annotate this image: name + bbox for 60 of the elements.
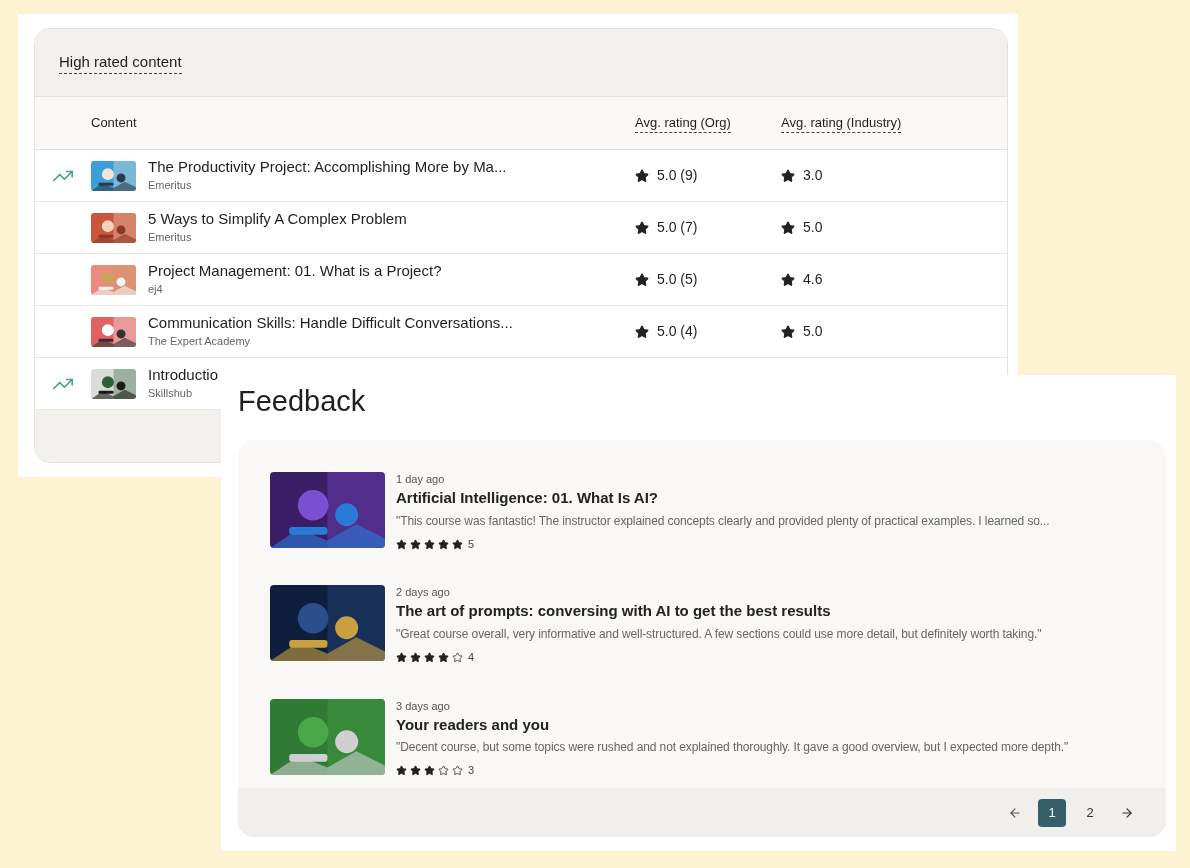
course-title[interactable]: Your readers and you	[396, 715, 1069, 735]
star-icon	[424, 538, 435, 550]
star-icon	[452, 538, 463, 550]
course-title[interactable]: Artificial Intelligence: 01. What Is AI?	[396, 489, 1050, 508]
page-button[interactable]: 1	[1038, 798, 1066, 827]
provider-name: Skillshub	[148, 387, 194, 401]
star-icon	[396, 651, 407, 663]
star-icon	[438, 765, 449, 776]
feedback-time: 1 day ago	[396, 474, 446, 485]
star-icon	[452, 765, 463, 776]
star-icon	[781, 220, 795, 235]
star-icon	[410, 765, 421, 776]
star-icon	[635, 272, 649, 287]
star-icon	[424, 651, 435, 663]
content-title[interactable]: The Productivity Project: Accomplishing More by Ma...	[148, 158, 507, 177]
rating-value: 3	[468, 763, 475, 779]
star-icon	[781, 272, 795, 287]
section-title: Feedback	[238, 387, 367, 416]
industry-rating: 3.0	[803, 166, 823, 185]
star-icon	[438, 651, 449, 663]
content-title[interactable]: 5 Ways to Simplify A Complex Problem	[148, 210, 407, 229]
star-icon	[396, 538, 407, 550]
content-title[interactable]: Project Management: 01. What is a Project?	[148, 262, 442, 281]
star-icon	[410, 538, 421, 550]
feedback-comment: "Great course overall, very informative and well-structured. A few sections could use more detail, but definitely worth taking."	[396, 626, 1042, 643]
org-rating: 5.0 (4)	[657, 322, 698, 341]
column-header: Content	[91, 114, 137, 133]
industry-rating: 5.0	[803, 218, 823, 237]
org-rating: 5.0 (5)	[657, 270, 698, 289]
provider-name: ej4	[148, 283, 164, 297]
card-title: High rated content	[59, 50, 182, 75]
column-header: Avg. rating (Org)	[635, 112, 731, 134]
feedback-comment: "This course was fantastic! The instructor explained concepts clearly and provided plenty of practical examples. I learned so...	[396, 512, 1050, 530]
content-title[interactable]: Communication Skills: Handle Difficult Conversations...	[148, 314, 513, 333]
rating-value: 5	[468, 536, 475, 552]
star-icon	[396, 765, 407, 776]
provider-name: The Expert Academy	[148, 335, 252, 349]
rating-value: 4	[468, 650, 475, 665]
provider-name: Emeritus	[148, 179, 193, 193]
course-title[interactable]: The art of prompts: conversing with AI to get the best results	[396, 602, 1042, 621]
org-rating: 5.0 (7)	[657, 218, 698, 237]
star-icon	[635, 168, 649, 183]
star-icon	[452, 651, 463, 663]
star-icon	[438, 538, 449, 550]
star-icon	[781, 168, 795, 183]
star-icon	[781, 324, 795, 339]
star-icon	[635, 220, 649, 235]
feedback-comment: "Decent course, but some topics were rushed and not explained thoroughly. It gave a good overview, but I expected more depth."	[396, 739, 1069, 757]
industry-rating: 4.6	[803, 270, 823, 289]
feedback-time: 3 days ago	[396, 700, 451, 712]
org-rating: 5.0 (9)	[657, 166, 698, 185]
column-header: Avg. rating (Industry)	[781, 112, 902, 134]
provider-name: Emeritus	[148, 231, 193, 245]
page-button[interactable]: 2	[1076, 798, 1104, 827]
content-title[interactable]: Introductio	[148, 366, 219, 385]
star-icon	[635, 324, 649, 339]
industry-rating: 5.0	[803, 322, 823, 341]
star-icon	[410, 651, 421, 663]
star-icon	[424, 765, 435, 776]
feedback-time: 2 days ago	[396, 587, 451, 599]
